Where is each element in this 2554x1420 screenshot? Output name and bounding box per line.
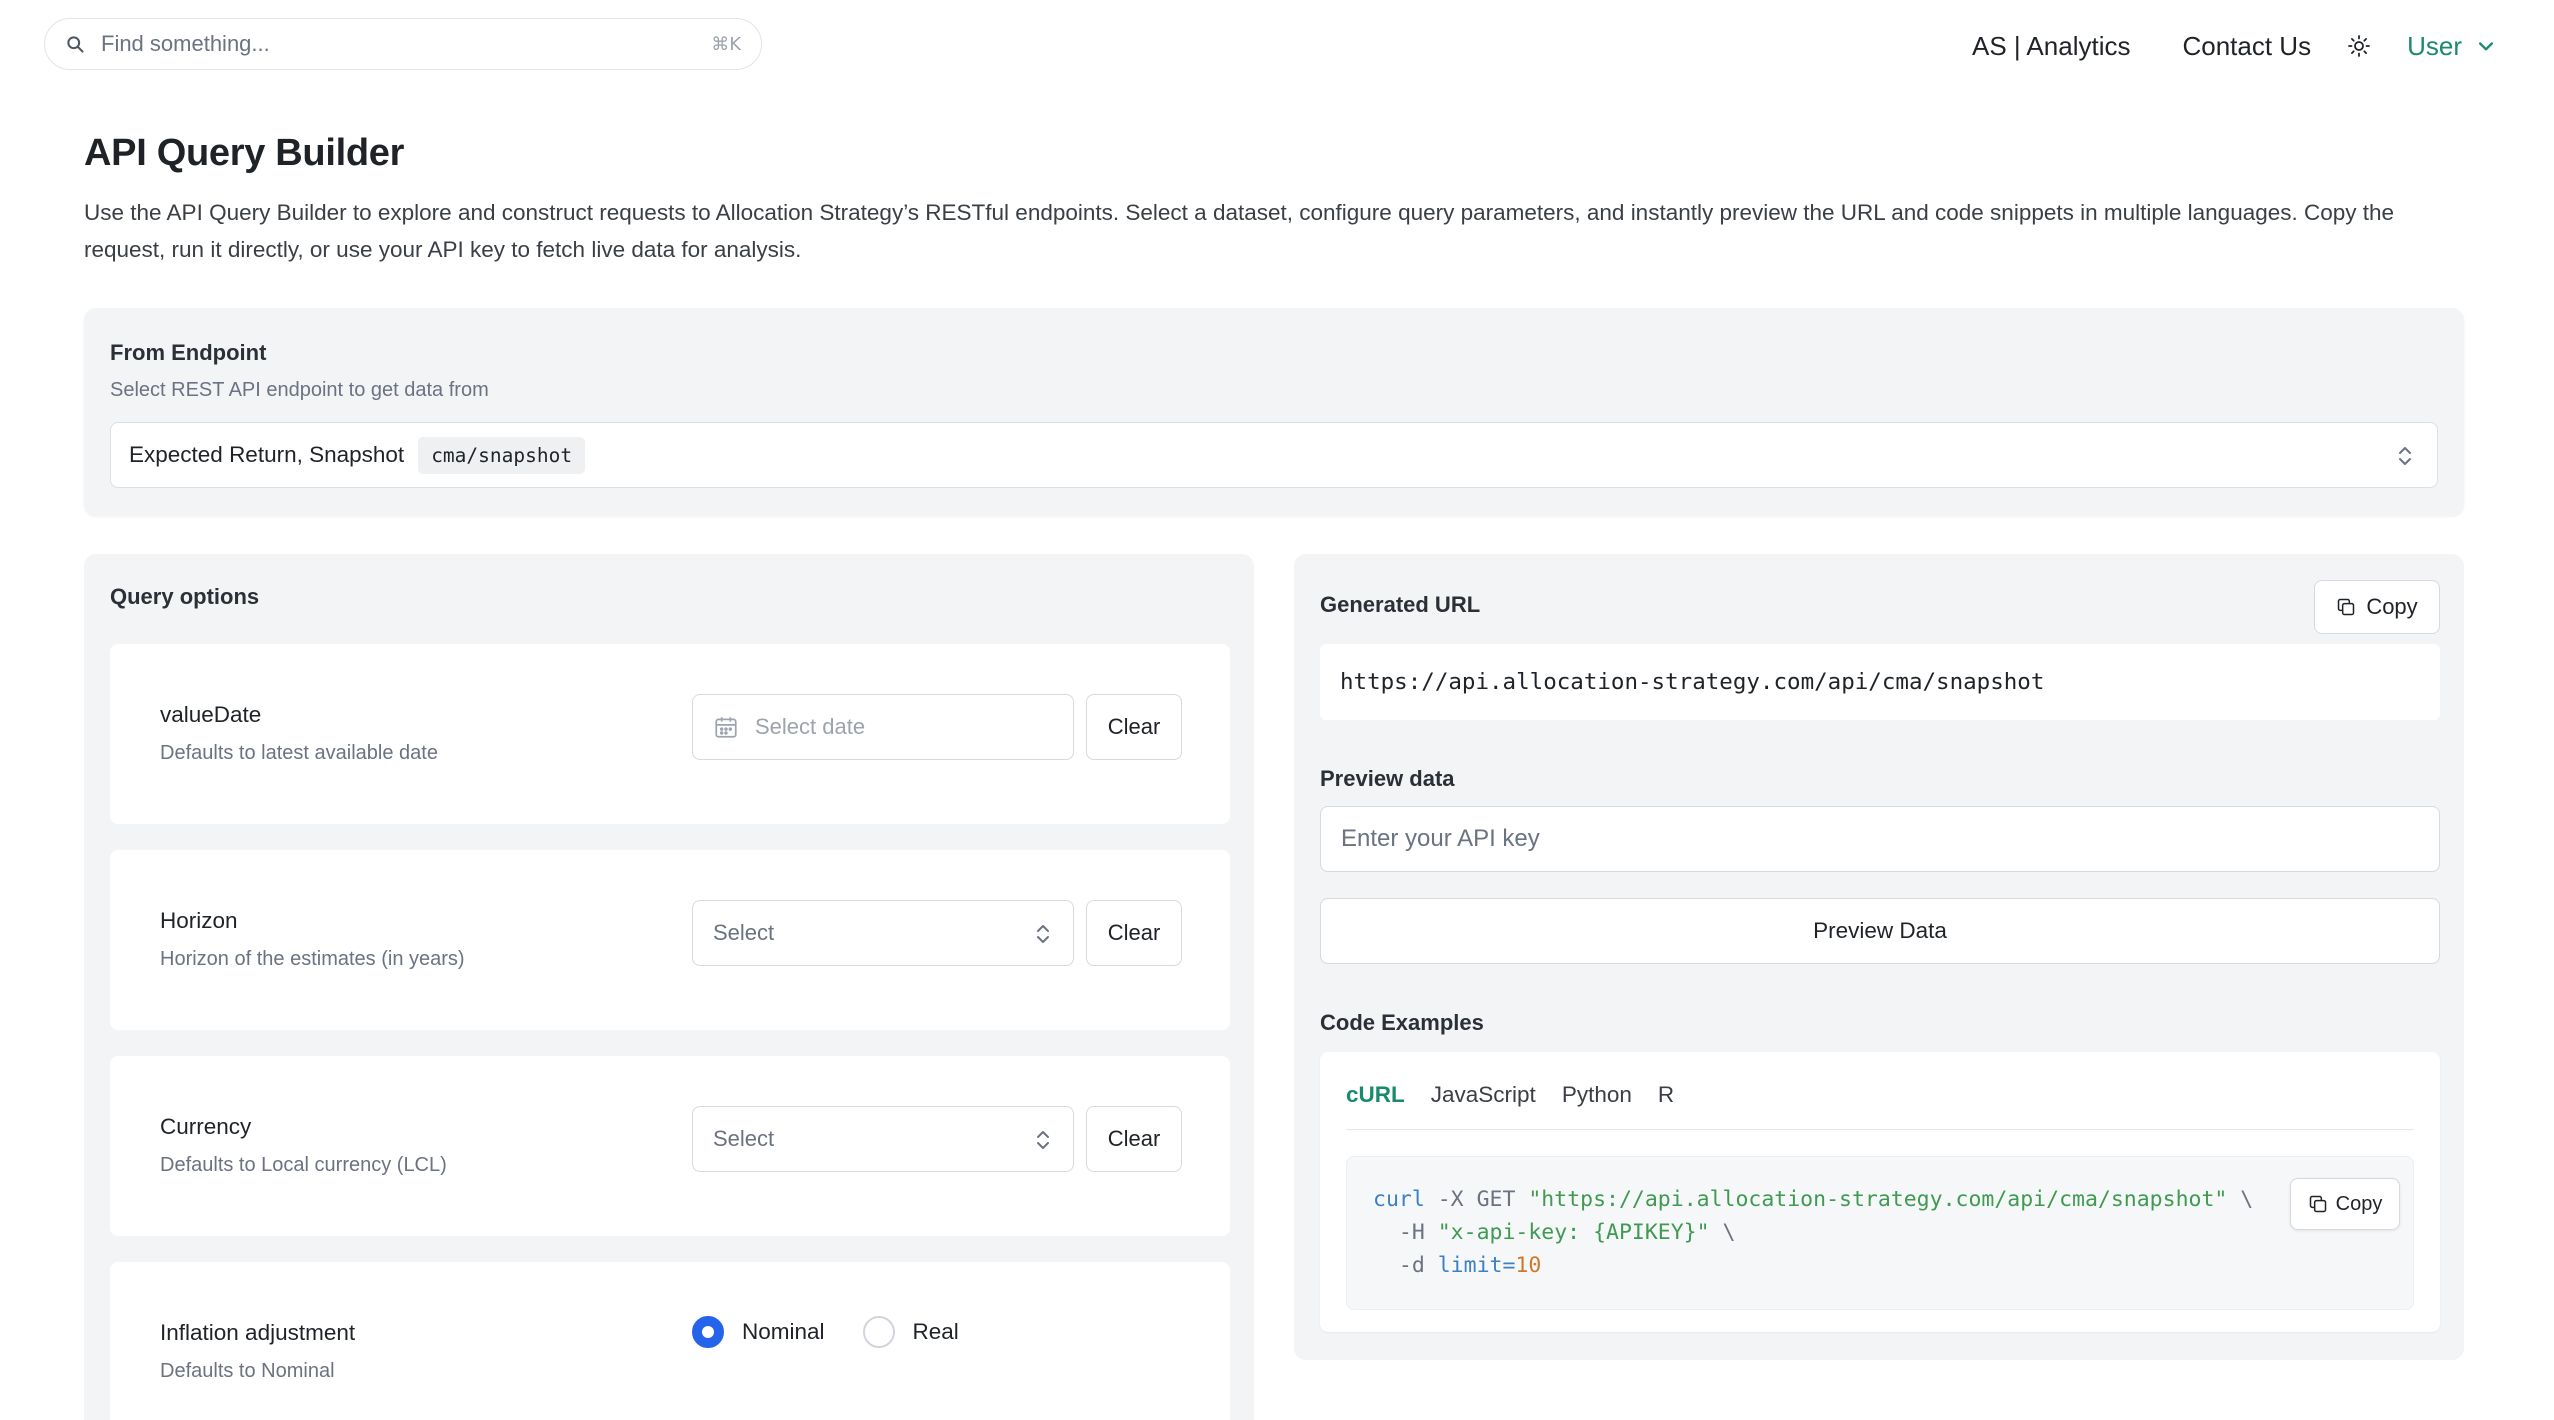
option-card-valuedate: valueDate Defaults to latest available d… xyxy=(110,644,1230,824)
code-header-flag: -H xyxy=(1398,1220,1425,1245)
radio-real[interactable]: Real xyxy=(862,1316,959,1348)
option-help: Horizon of the estimates (in years) xyxy=(160,948,465,970)
code-data-value: 10 xyxy=(1515,1253,1542,1278)
option-help: Defaults to Nominal xyxy=(160,1360,335,1382)
code-line-continuation: \ xyxy=(2240,1187,2254,1212)
query-options-title: Query options xyxy=(110,584,260,609)
endpoint-select[interactable]: Expected Return, Snapshot cma/snapshot xyxy=(110,422,2438,488)
endpoint-selected-path: cma/snapshot xyxy=(418,436,586,474)
tab-javascript[interactable]: JavaScript xyxy=(1431,1082,1536,1129)
generated-url-label: Generated URL xyxy=(1320,592,1481,617)
preview-data-button[interactable]: Preview Data xyxy=(1320,898,2440,964)
tab-curl[interactable]: cURL xyxy=(1346,1082,1405,1129)
page-description: Use the API Query Builder to explore and… xyxy=(84,200,2395,262)
copy-icon xyxy=(2338,598,2355,616)
copy-url-button[interactable]: Copy xyxy=(2314,580,2440,634)
code-data-key: limit= xyxy=(1437,1253,1516,1278)
api-key-input[interactable]: Enter your API key xyxy=(1320,806,2440,872)
tab-python[interactable]: Python xyxy=(1562,1082,1632,1129)
option-help: Defaults to Local currency (LCL) xyxy=(160,1154,447,1176)
user-menu[interactable]: User xyxy=(2407,31,2496,62)
nav-analytics-link[interactable]: AS | Analytics xyxy=(1972,31,2131,62)
clear-horizon-button[interactable]: Clear xyxy=(1086,900,1182,966)
code-method-flag: -X GET xyxy=(1437,1187,1516,1212)
sun-icon[interactable] xyxy=(2347,34,2371,58)
radio-label: Nominal xyxy=(742,1319,825,1344)
search-input[interactable]: Find something... xyxy=(101,31,711,57)
radio-label: Real xyxy=(912,1319,959,1344)
search-shortcut: ⌘K xyxy=(711,33,741,55)
query-options-panel: Query options valueDate Defaults to late… xyxy=(84,554,1254,1420)
code-tabs: cURL JavaScript Python R xyxy=(1346,1082,2414,1130)
search-icon xyxy=(67,36,84,53)
radio-real-dot[interactable] xyxy=(862,1316,895,1348)
copy-icon xyxy=(2309,1195,2326,1213)
valuedate-date-picker[interactable]: Select date xyxy=(692,694,1074,760)
select-placeholder: Select xyxy=(713,1126,775,1151)
code-examples-card: cURL JavaScript Python R curl -X GET "ht… xyxy=(1320,1052,2440,1332)
search-bar[interactable]: Find something... ⌘K xyxy=(44,18,762,70)
code-command: curl xyxy=(1373,1187,1425,1212)
horizon-select[interactable]: Select xyxy=(692,900,1074,966)
clear-valuedate-button[interactable]: Clear xyxy=(1086,694,1182,760)
endpoint-help: Select REST API endpoint to get data fro… xyxy=(110,379,489,401)
preview-data-label: Preview data xyxy=(1320,766,1455,791)
code-header-string: "x-api-key: {APIKEY}" xyxy=(1437,1220,1710,1245)
option-name: Inflation adjustment xyxy=(160,1320,356,1345)
nav-contact-link[interactable]: Contact Us xyxy=(2182,31,2311,62)
generated-url-panel: Generated URL Copy https://api.allocatio… xyxy=(1294,554,2464,1360)
code-snippet: curl -X GET "https://api.allocation-stra… xyxy=(1346,1156,2414,1310)
option-card-inflation: Inflation adjustment Defaults to Nominal… xyxy=(110,1262,1230,1420)
option-help: Defaults to latest available date xyxy=(160,742,438,764)
option-name: valueDate xyxy=(160,702,262,727)
option-name: Horizon xyxy=(160,908,238,933)
chevron-up-down-icon xyxy=(2399,447,2411,465)
user-label: User xyxy=(2407,30,2462,61)
endpoint-panel: From Endpoint Select REST API endpoint t… xyxy=(84,308,2464,516)
code-url-string: "https://api.allocation-strategy.com/api… xyxy=(1528,1187,2228,1212)
copy-label: Copy xyxy=(2335,1192,2383,1215)
page-title: API Query Builder xyxy=(84,132,405,174)
chevron-down-icon xyxy=(2479,42,2493,51)
select-placeholder: Select xyxy=(713,920,775,945)
chevron-up-down-icon xyxy=(1037,925,1049,943)
radio-nominal[interactable]: Nominal xyxy=(692,1316,825,1348)
code-data-flag: -d xyxy=(1398,1253,1425,1278)
clear-currency-button[interactable]: Clear xyxy=(1086,1106,1182,1172)
date-placeholder: Select date xyxy=(755,714,866,739)
generated-url: https://api.allocation-strategy.com/api/… xyxy=(1320,644,2440,720)
option-card-currency: Currency Defaults to Local currency (LCL… xyxy=(110,1056,1230,1236)
option-card-horizon: Horizon Horizon of the estimates (in yea… xyxy=(110,850,1230,1030)
code-line-continuation: \ xyxy=(1722,1220,1736,1245)
copy-code-button[interactable]: Copy xyxy=(2290,1178,2400,1230)
code-examples-label: Code Examples xyxy=(1320,1010,1484,1035)
inflation-radio-group: Nominal Real xyxy=(692,1316,997,1348)
option-name: Currency xyxy=(160,1114,252,1139)
endpoint-label: From Endpoint xyxy=(110,340,267,365)
radio-nominal-dot[interactable] xyxy=(692,1316,724,1348)
calendar-icon xyxy=(715,717,737,738)
chevron-up-down-icon xyxy=(1037,1131,1049,1149)
currency-select[interactable]: Select xyxy=(692,1106,1074,1172)
endpoint-selected-name: Expected Return, Snapshot xyxy=(129,442,405,467)
top-nav: AS | Analytics Contact Us User xyxy=(1972,28,2496,64)
tab-r[interactable]: R xyxy=(1658,1082,1674,1129)
copy-label: Copy xyxy=(2366,594,2418,619)
